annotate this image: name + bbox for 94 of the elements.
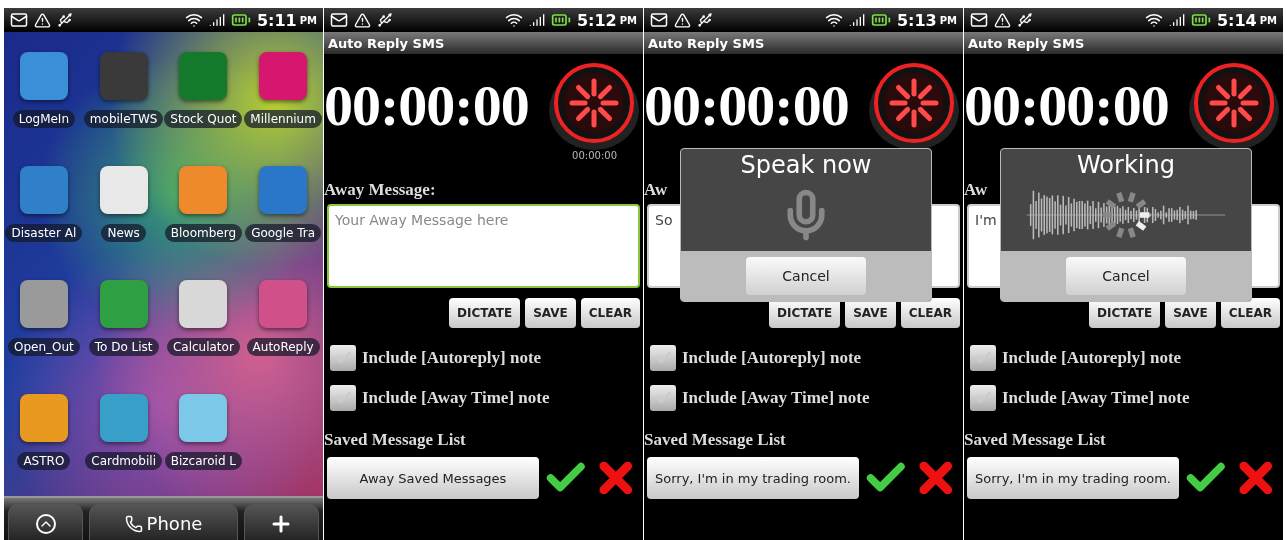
app-label: News: [101, 224, 146, 242]
timer-display: 00:00:00: [964, 71, 1169, 139]
mail-icon: [650, 11, 668, 29]
checkbox[interactable]: [650, 345, 676, 371]
app-label: Bizcaroid L: [164, 452, 242, 470]
app-label: Open_Out: [7, 338, 80, 356]
mail-icon: [330, 11, 348, 29]
app-label: Disaster Al: [5, 224, 83, 242]
mail-icon: [10, 11, 28, 29]
app-drawer-button[interactable]: [8, 504, 84, 540]
option-label: Include [Away Time] note: [682, 388, 870, 408]
app-label: Stock Quot: [164, 110, 243, 128]
status-meridiem: PM: [619, 14, 637, 26]
wifi-icon: [504, 11, 523, 29]
status-time: 5:13: [896, 10, 937, 30]
message-field[interactable]: Your Away Message here: [327, 204, 640, 288]
action-button[interactable]: SAVE: [525, 298, 576, 328]
app-title: Auto Reply SMS: [644, 32, 963, 54]
signal-icon: [1168, 12, 1185, 28]
checkbox[interactable]: [330, 345, 356, 371]
app-title: Auto Reply SMS: [964, 32, 1283, 54]
wifi-icon: [184, 11, 203, 29]
app-label: mobileTWS: [83, 110, 164, 128]
usb-icon: [377, 12, 393, 28]
app-icon[interactable]: [19, 394, 68, 442]
timer-display: 00:00:00: [324, 71, 529, 139]
cancel-button[interactable]: Cancel: [1066, 257, 1186, 295]
checkbox[interactable]: [650, 385, 676, 411]
warning-icon: [34, 11, 51, 29]
app-label: Calculator: [166, 338, 240, 356]
wifi-icon: [824, 11, 843, 29]
checkbox[interactable]: [970, 345, 996, 371]
saved-list-label: Saved Message List: [324, 430, 467, 450]
option-label: Include [Away Time] note: [362, 388, 550, 408]
app-icon[interactable]: [19, 280, 68, 328]
dialog-title: Speak now: [740, 151, 872, 179]
action-button[interactable]: CLEAR: [1220, 298, 1280, 328]
usb-icon: [697, 12, 713, 28]
app-icon[interactable]: [179, 280, 228, 328]
action-button[interactable]: DICTATE: [448, 298, 521, 328]
app-label: Google Tra: [245, 224, 322, 242]
small-timer: 00:00:00: [572, 150, 617, 163]
status-meridiem: PM: [939, 14, 957, 26]
app-icon[interactable]: [19, 52, 68, 100]
saved-list-label: Saved Message List: [964, 430, 1107, 450]
status-time: 5:14: [1216, 10, 1257, 30]
timer-display: 00:00:00: [644, 71, 849, 139]
cancel-button[interactable]: Cancel: [746, 257, 866, 295]
status-time: 5:11: [256, 10, 297, 30]
add-button[interactable]: [243, 504, 319, 540]
checkbox[interactable]: [330, 385, 356, 411]
action-button[interactable]: CLEAR: [900, 298, 960, 328]
phone-button[interactable]: Phone: [89, 504, 238, 540]
away-message-label: Aw: [964, 180, 989, 200]
app-icon[interactable]: [99, 280, 148, 328]
app-label: Millennium: [244, 110, 322, 128]
dialog-title: Working: [1077, 151, 1175, 179]
app-label: Bloomberg: [164, 224, 242, 242]
option-label: Include [Autoreply] note: [1002, 348, 1182, 368]
option-label: Include [Away Time] note: [1002, 388, 1190, 408]
option-label: Include [Autoreply] note: [682, 348, 862, 368]
signal-icon: [848, 12, 865, 28]
mail-icon: [970, 11, 988, 29]
app-label: LogMeIn: [12, 110, 76, 128]
app-icon[interactable]: [19, 166, 68, 214]
checkbox[interactable]: [970, 385, 996, 411]
status-time: 5:12: [576, 10, 617, 30]
status-meridiem: PM: [1259, 14, 1277, 26]
app-label: AutoReply: [246, 338, 320, 356]
away-message-label: Aw: [644, 180, 669, 200]
saved-messages-button[interactable]: Sorry, I'm in my trading room.: [647, 457, 859, 499]
status-meridiem: PM: [299, 14, 317, 26]
usb-icon: [57, 12, 73, 28]
warning-icon: [994, 11, 1011, 29]
warning-icon: [674, 11, 691, 29]
action-button[interactable]: CLEAR: [580, 298, 640, 328]
warning-icon: [354, 11, 371, 29]
usb-icon: [1017, 12, 1033, 28]
app-icon[interactable]: [179, 394, 228, 442]
phone-icon: [124, 514, 143, 533]
saved-messages-button[interactable]: Sorry, I'm in my trading room.: [967, 457, 1179, 499]
app-label: To Do List: [88, 338, 159, 356]
signal-icon: [208, 12, 225, 28]
saved-list-label: Saved Message List: [644, 430, 787, 450]
app-title: Auto Reply SMS: [324, 32, 643, 54]
app-label: Cardmobili: [85, 452, 162, 470]
app-icon[interactable]: [99, 166, 148, 214]
wifi-icon: [1144, 11, 1163, 29]
signal-icon: [528, 12, 545, 28]
app-icon[interactable]: [99, 394, 148, 442]
saved-messages-button[interactable]: Away Saved Messages: [327, 457, 539, 499]
app-label: ASTRO: [17, 452, 71, 470]
away-message-label: Away Message:: [324, 180, 437, 200]
option-label: Include [Autoreply] note: [362, 348, 542, 368]
